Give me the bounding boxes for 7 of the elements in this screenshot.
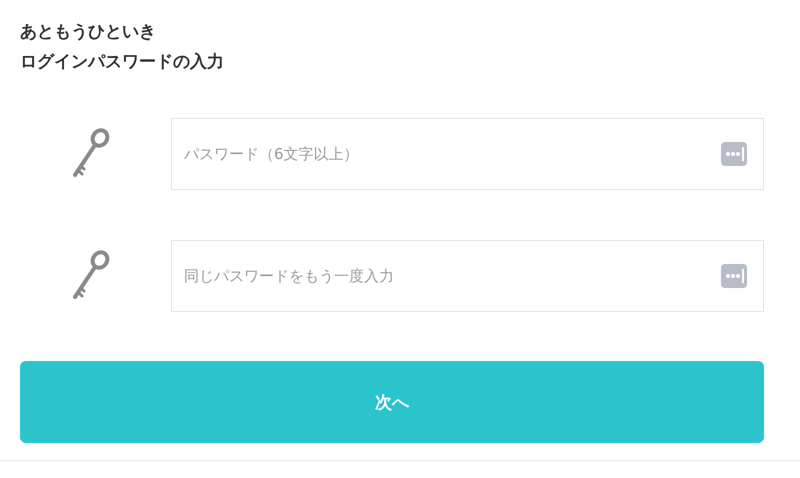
page-title: ログインパスワードの入力 [20, 51, 224, 74]
password-field[interactable]: パスワード（6文字以上） [171, 118, 764, 190]
page-title: あともうひといき [20, 21, 156, 44]
show-password-icon[interactable] [720, 141, 748, 167]
show-password-icon[interactable] [720, 263, 748, 289]
password-field[interactable]: 同じパスワードをもう一度入力 [171, 240, 764, 312]
next-button[interactable]: 次へ [20, 361, 764, 443]
